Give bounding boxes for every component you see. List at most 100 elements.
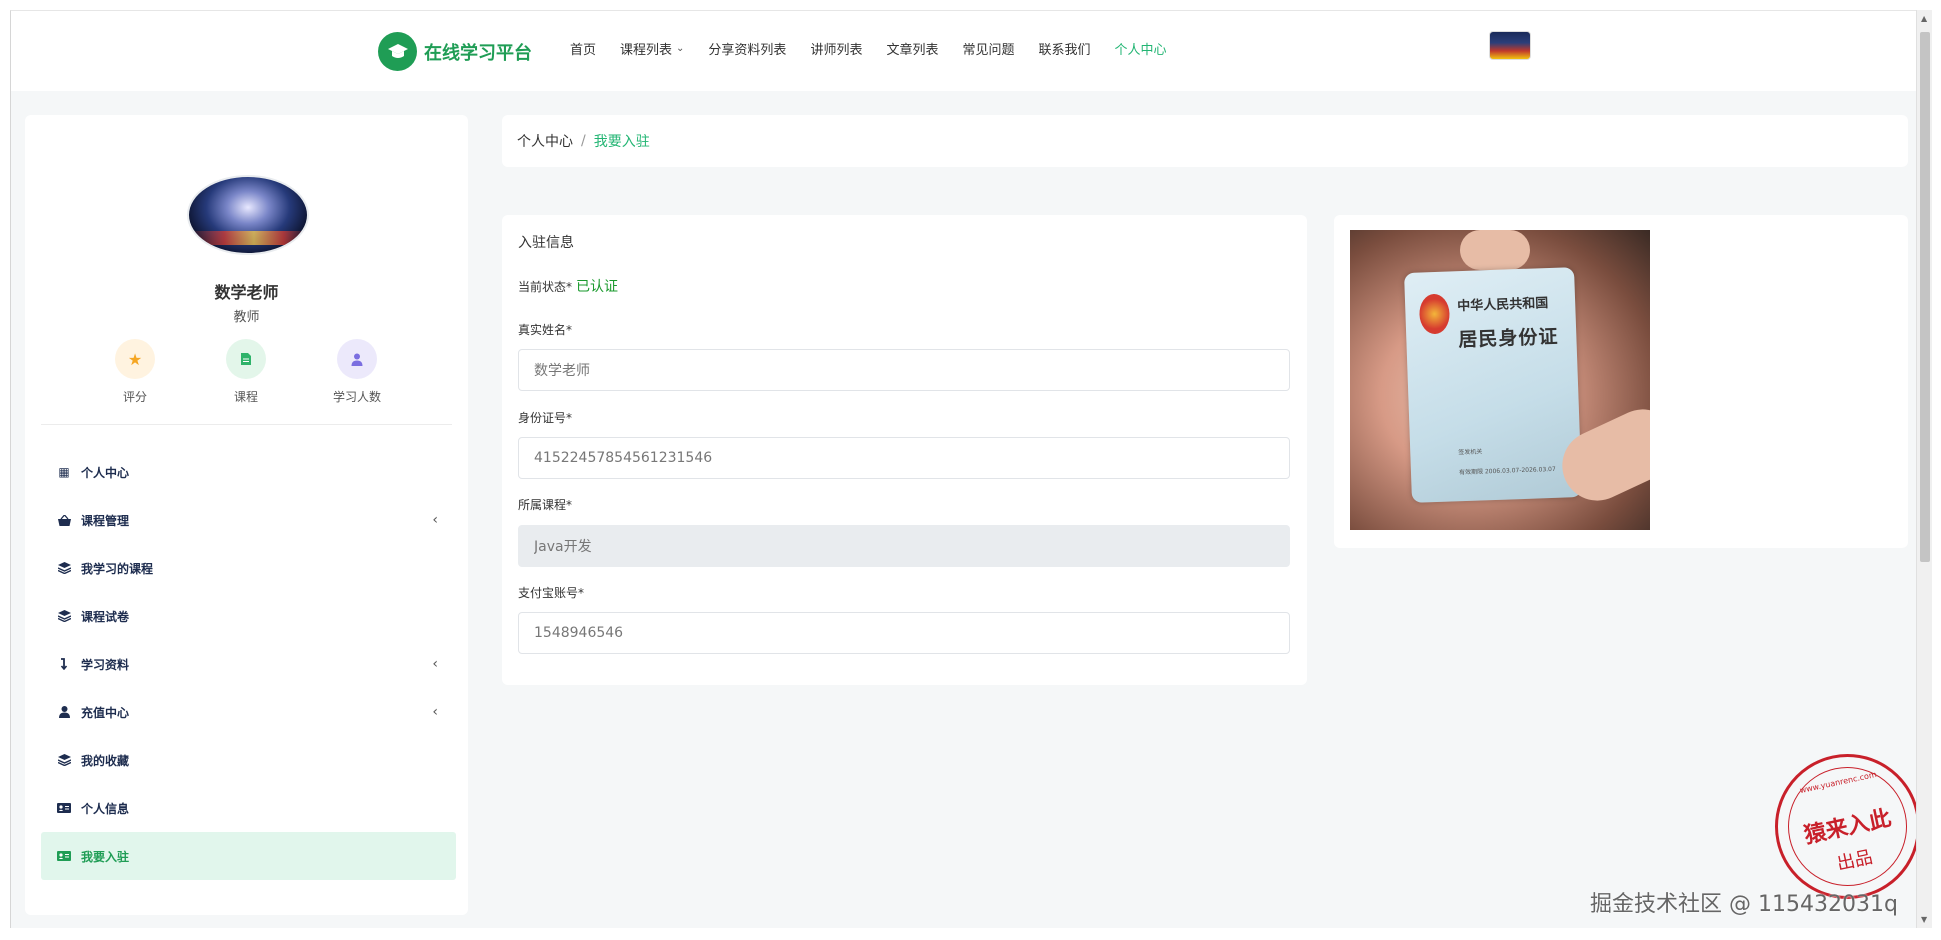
level-down-icon [55,658,73,670]
main-nav: 首页 课程列表 ⌄ 分享资料列表 讲师列表 文章列表 常见问题 联系我们 个人中心 [570,39,1191,58]
nav-articles[interactable]: 文章列表 [886,39,938,58]
sidebar-item-study-materials[interactable]: 学习资料 ‹ [41,640,456,688]
layers-icon [55,610,73,622]
layers-icon [55,754,73,766]
nav-personal-center[interactable]: 个人中心 [1115,39,1167,58]
nav-course-list-label: 课程列表 [620,43,673,58]
star-icon: ★ [115,339,155,379]
course-field[interactable] [518,525,1290,567]
chevron-left-icon: ‹ [432,656,438,672]
nav-teachers[interactable]: 讲师列表 [810,39,862,58]
sidebar-item-course-management[interactable]: 课程管理 ‹ [41,496,456,544]
site-logo[interactable]: 在线学习平台 [378,32,532,71]
layers-icon [55,562,73,574]
id-card-line1: 中华人民共和国 [1456,296,1549,315]
browser-viewport: 在线学习平台 首页 课程列表 ⌄ 分享资料列表 讲师列表 文章列表 常见问题 联系… [10,10,1916,928]
breadcrumb-current: 我要入驻 [593,134,650,150]
scroll-down-arrow-icon[interactable]: ▼ [1921,915,1927,924]
header-user-avatar[interactable] [1489,31,1531,60]
nav-shared-materials-label: 分享资料列表 [708,43,787,58]
sidebar-item-label: 充值中心 [81,705,130,720]
id-card-photo[interactable]: 中华人民共和国 居民身份证 签发机关 有效期限 2006.03.07-2026.… [1350,230,1650,530]
sidebar-item-personal-center[interactable]: ▦ 个人中心 [41,448,456,496]
id-number-field[interactable] [518,437,1290,479]
nav-home-label: 首页 [570,43,597,58]
nav-home[interactable]: 首页 [570,39,596,58]
id-number-label: 身份证号* [518,411,573,425]
chevron-left-icon: ‹ [432,512,438,528]
stat-courses[interactable]: 课程 [206,339,286,405]
id-card-picture: 中华人民共和国 居民身份证 签发机关 有效期限 2006.03.07-2026.… [1404,267,1582,503]
breadcrumb-separator: / [581,133,586,149]
nav-teachers-label: 讲师列表 [810,43,863,58]
sidebar-item-my-courses[interactable]: 我学习的课程 [41,544,456,592]
chevron-down-icon: ⌄ [676,43,685,54]
status-badge: 已认证 [576,279,619,295]
avatar [187,175,309,255]
id-card-issuer: 签发机关 [1458,448,1483,457]
id-card-icon [55,851,73,861]
juejin-watermark: 掘金技术社区 @ 115432031q [1590,892,1898,917]
real-name-field[interactable] [518,349,1290,391]
sidebar-item-course-exams[interactable]: 课程试卷 [41,592,456,640]
profile-stats: ★ 评分 课程 学习人数 [25,339,468,409]
sidebar-item-label: 我学习的课程 [81,561,154,576]
page-scrollbar[interactable]: ▲ ▼ [1916,10,1932,928]
user-icon [337,339,377,379]
nav-shared-materials[interactable]: 分享资料列表 [708,39,786,58]
sidebar-divider [41,424,452,425]
sidebar-item-label: 学习资料 [81,657,130,672]
stat-learners-label: 学习人数 [332,390,381,404]
alipay-field[interactable] [518,612,1290,654]
user-icon [55,706,73,718]
nav-faq-label: 常见问题 [962,43,1015,58]
basket-icon [55,514,73,526]
breadcrumb-parent[interactable]: 个人中心 [517,131,573,151]
grid-icon: ▦ [58,465,70,479]
sidebar-item-label: 个人信息 [81,801,130,816]
profile-name: 数学老师 [214,283,279,302]
stat-rating-label: 评分 [122,390,147,404]
top-navbar: 在线学习平台 首页 课程列表 ⌄ 分享资料列表 讲师列表 文章列表 常见问题 联系… [11,11,1916,91]
site-logo-text: 在线学习平台 [424,42,532,64]
chevron-left-icon: ‹ [432,704,438,720]
nav-course-list[interactable]: 课程列表 ⌄ [620,39,684,58]
card-title: 入驻信息 [518,235,574,251]
id-card-line2: 居民身份证 [1458,325,1559,352]
id-card-validity: 有效期限 2006.03.07-2026.03.07 [1458,465,1556,477]
alipay-label: 支付宝账号* [518,586,585,600]
sidebar-item-apply-settle[interactable]: 我要入驻 [41,832,456,880]
id-card-icon [55,803,73,813]
sidebar-item-recharge[interactable]: 充值中心 ‹ [41,688,456,736]
sidebar-item-label: 课程试卷 [81,609,130,624]
status-label: 当前状态* [518,280,573,294]
sidebar-item-label: 课程管理 [81,513,130,528]
nav-articles-label: 文章列表 [886,43,939,58]
profile-role: 教师 [233,310,260,325]
scroll-thumb[interactable] [1920,32,1930,562]
sidebar-item-favorites[interactable]: 我的收藏 [41,736,456,784]
document-icon [226,339,266,379]
profile-sidebar: 数学老师 教师 ★ 评分 课程 学习人数 ▦ 个人中心 课程管理 ‹ 我学习的课… [25,115,468,915]
sidebar-item-label: 个人中心 [81,465,130,480]
sidebar-item-label: 我要入驻 [81,849,130,864]
scroll-up-arrow-icon[interactable]: ▲ [1921,14,1927,23]
sidebar-item-label: 我的收藏 [81,753,130,768]
real-name-label: 真实姓名* [518,323,573,337]
nav-contact[interactable]: 联系我们 [1038,39,1090,58]
stat-learners[interactable]: 学习人数 [317,339,397,405]
sidebar-menu: ▦ 个人中心 课程管理 ‹ 我学习的课程 课程试卷 学习资料 ‹ 充值中心 ‹ 我的收藏… [41,448,456,880]
national-emblem-icon [1418,293,1451,335]
course-label: 所属课程* [518,498,573,512]
nav-faq[interactable]: 常见问题 [962,39,1014,58]
nav-contact-label: 联系我们 [1038,43,1091,58]
stat-courses-label: 课程 [233,390,258,404]
id-image-card: 中华人民共和国 居民身份证 签发机关 有效期限 2006.03.07-2026.… [1334,215,1908,548]
breadcrumb: 个人中心 / 我要入驻 [502,115,1908,167]
status-row: 当前状态* 已认证 [518,276,618,296]
stat-rating[interactable]: ★ 评分 [95,339,175,405]
photo-thumb [1460,230,1530,270]
sidebar-item-personal-info[interactable]: 个人信息 [41,784,456,832]
settle-info-card: 入驻信息 当前状态*已认证 真实姓名* 身份证号* 所属课程* 支付宝账号* [502,215,1307,685]
nav-personal-center-label: 个人中心 [1114,43,1167,58]
